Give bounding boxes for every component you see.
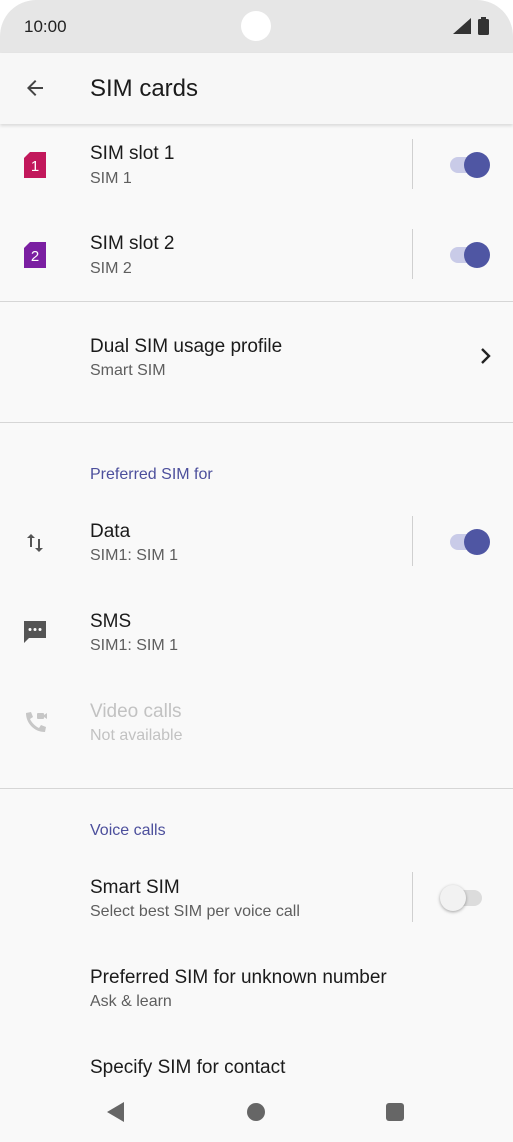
dual-sim-profile-subtitle: Smart SIM xyxy=(90,362,166,379)
screen: 10:00 SIM cards 1 SIM slot 1 SIM 1 2 SIM… xyxy=(0,0,513,1142)
sms-title: SMS xyxy=(90,611,132,632)
smart-sim-row[interactable]: Smart SIM Select best SIM per voice call xyxy=(0,856,513,946)
video-calls-title: Video calls xyxy=(90,701,182,722)
signal-icon xyxy=(453,18,471,34)
specify-contact-title: Specify SIM for contact xyxy=(90,1057,286,1078)
section-divider xyxy=(0,422,513,423)
back-button[interactable] xyxy=(14,67,56,109)
data-toggle[interactable] xyxy=(446,528,490,556)
smart-sim-title: Smart SIM xyxy=(90,877,180,898)
smart-sim-subtitle: Select best SIM per voice call xyxy=(90,903,300,920)
data-subtitle: SIM1: SIM 1 xyxy=(90,547,179,564)
unknown-number-title: Preferred SIM for unknown number xyxy=(90,967,387,988)
unknown-number-subtitle: Ask & learn xyxy=(90,993,172,1010)
divider xyxy=(412,139,413,189)
nav-recents-icon[interactable] xyxy=(386,1103,404,1121)
sim-slot-1-toggle[interactable] xyxy=(446,151,490,179)
sim-slot-1-title: SIM slot 1 xyxy=(90,143,175,164)
unknown-number-row[interactable]: Preferred SIM for unknown number Ask & l… xyxy=(0,946,513,1036)
sim-card-1-icon: 1 xyxy=(20,150,50,180)
divider xyxy=(412,872,413,922)
data-title: Data xyxy=(90,521,131,542)
sim-slot-1-subtitle: SIM 1 xyxy=(90,170,132,187)
sms-subtitle: SIM1: SIM 1 xyxy=(90,637,179,654)
video-calls-subtitle: Not available xyxy=(90,727,183,744)
message-icon xyxy=(20,617,50,647)
dual-sim-profile-row[interactable]: Dual SIM usage profile Smart SIM xyxy=(0,302,513,422)
status-time: 10:00 xyxy=(24,17,67,36)
chevron-right-icon xyxy=(481,348,491,364)
video-call-icon xyxy=(20,708,50,738)
sim-badge-2: 2 xyxy=(31,248,39,265)
sim-card-2-icon: 2 xyxy=(20,240,50,270)
smart-sim-toggle[interactable] xyxy=(440,884,490,912)
data-transfer-icon xyxy=(20,528,50,558)
sim-badge-1: 1 xyxy=(31,158,39,175)
sim-slot-2-title: SIM slot 2 xyxy=(90,233,175,254)
status-bar: 10:00 xyxy=(0,0,513,53)
video-calls-row: Video calls Not available xyxy=(0,680,513,788)
dual-sim-profile-title: Dual SIM usage profile xyxy=(90,336,283,357)
sms-row[interactable]: SMS SIM1: SIM 1 xyxy=(0,590,513,680)
navigation-bar xyxy=(0,1082,513,1142)
divider xyxy=(412,229,413,279)
page-title: SIM cards xyxy=(90,75,199,102)
arrow-back-icon xyxy=(27,80,43,96)
specify-contact-row[interactable]: Specify SIM for contact xyxy=(0,1036,513,1082)
section-header-voice-calls: Voice calls xyxy=(90,822,166,839)
sim-slot-2-subtitle: SIM 2 xyxy=(90,260,132,277)
nav-back-icon[interactable] xyxy=(106,1101,126,1123)
nav-home-icon[interactable] xyxy=(247,1103,265,1121)
sim-slot-2-row[interactable]: 2 SIM slot 2 SIM 2 xyxy=(0,214,513,301)
sim-slot-2-toggle[interactable] xyxy=(446,241,490,269)
sim-slot-1-row[interactable]: 1 SIM slot 1 SIM 1 xyxy=(0,124,513,214)
section-header-preferred: Preferred SIM for xyxy=(90,466,213,483)
app-bar: SIM cards xyxy=(0,53,513,124)
section-divider xyxy=(0,788,513,789)
battery-icon xyxy=(478,17,489,35)
camera-cutout xyxy=(241,11,271,41)
data-row[interactable]: Data SIM1: SIM 1 xyxy=(0,500,513,590)
divider xyxy=(412,516,413,566)
